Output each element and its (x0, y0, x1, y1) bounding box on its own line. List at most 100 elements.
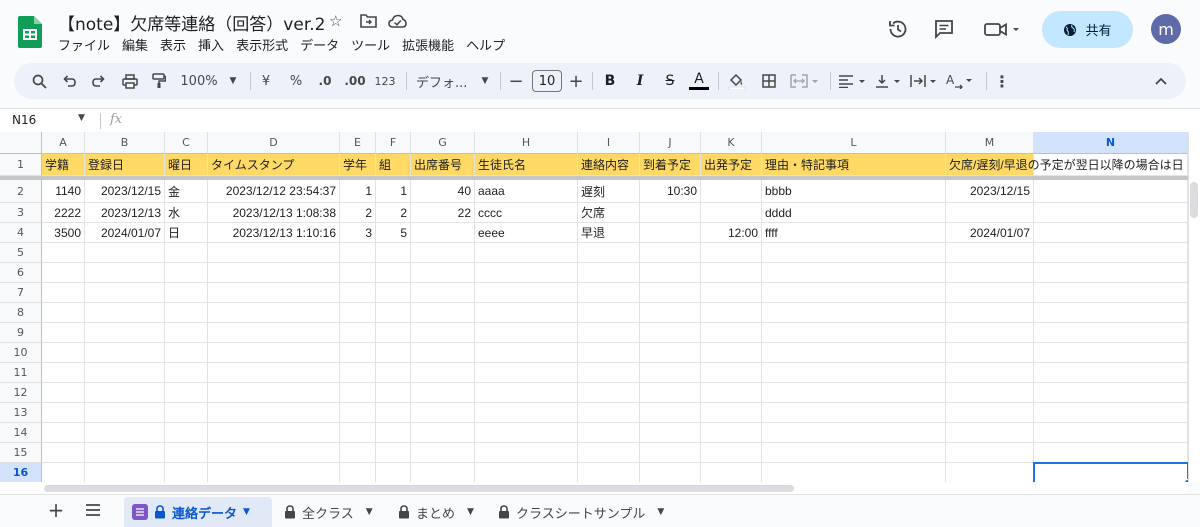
header-cell[interactable]: 学年 (340, 154, 376, 176)
fill-color-icon[interactable] (726, 63, 748, 99)
data-cell[interactable]: 2023/12/13 1:08:38 (208, 203, 340, 223)
data-cell[interactable] (1034, 180, 1188, 203)
empty-cell[interactable] (85, 343, 165, 363)
empty-cell[interactable] (946, 303, 1034, 323)
empty-cell[interactable] (42, 323, 85, 343)
data-cell[interactable]: 2023/12/13 1:10:16 (208, 223, 340, 243)
print-icon[interactable] (118, 63, 142, 99)
empty-cell[interactable] (475, 403, 578, 423)
data-cell[interactable] (1034, 223, 1188, 243)
avatar[interactable]: m (1151, 14, 1181, 44)
empty-cell[interactable] (1034, 383, 1188, 403)
empty-cell[interactable] (578, 403, 640, 423)
empty-cell[interactable] (165, 323, 208, 343)
empty-cell[interactable] (762, 303, 946, 323)
data-cell[interactable] (701, 203, 762, 223)
empty-cell[interactable] (376, 443, 411, 463)
empty-cell[interactable] (762, 443, 946, 463)
percent-format-button[interactable]: % (288, 63, 304, 99)
row-header-4[interactable]: 4 (0, 223, 42, 243)
header-cell[interactable]: 出席番号 (411, 154, 475, 176)
column-header-i[interactable]: I (578, 132, 640, 154)
empty-cell[interactable] (208, 383, 340, 403)
empty-cell[interactable] (701, 463, 762, 482)
data-cell[interactable]: 3500 (42, 223, 85, 243)
header-cell[interactable]: 到着予定 (640, 154, 701, 176)
name-box[interactable]: N16 (12, 113, 36, 127)
data-cell[interactable]: 2024/01/07 (85, 223, 165, 243)
empty-cell[interactable] (578, 443, 640, 463)
empty-cell[interactable] (578, 383, 640, 403)
more-formats-button[interactable]: 123 (374, 63, 396, 99)
menu-file[interactable]: ファイル (58, 35, 110, 54)
row-header-15[interactable]: 15 (0, 443, 42, 463)
data-cell[interactable]: aaaa (475, 180, 578, 203)
empty-cell[interactable] (946, 343, 1034, 363)
empty-cell[interactable] (762, 423, 946, 443)
increase-decimal-button[interactable]: .00 (344, 63, 366, 99)
empty-cell[interactable] (762, 363, 946, 383)
empty-cell[interactable] (411, 263, 475, 283)
empty-cell[interactable] (411, 443, 475, 463)
empty-cell[interactable] (640, 403, 701, 423)
header-cell[interactable]: 出発予定 (701, 154, 762, 176)
empty-cell[interactable] (411, 343, 475, 363)
empty-cell[interactable] (762, 403, 946, 423)
empty-cell[interactable] (640, 463, 701, 482)
empty-cell[interactable] (85, 263, 165, 283)
italic-icon[interactable]: I (630, 63, 650, 99)
empty-cell[interactable] (1034, 243, 1188, 263)
empty-cell[interactable] (762, 323, 946, 343)
comments-icon[interactable] (930, 15, 958, 43)
select-all-corner[interactable] (0, 132, 42, 154)
empty-cell[interactable] (475, 283, 578, 303)
empty-cell[interactable] (208, 243, 340, 263)
empty-cell[interactable] (208, 283, 340, 303)
empty-cell[interactable] (701, 403, 762, 423)
vertical-scrollbar-thumb[interactable] (1190, 182, 1198, 218)
all-sheets-icon[interactable] (82, 495, 104, 525)
empty-cell[interactable] (340, 423, 376, 443)
row-header-14[interactable]: 14 (0, 423, 42, 443)
undo-icon[interactable] (58, 63, 80, 99)
decrease-decimal-button[interactable]: .0 (314, 63, 336, 99)
empty-cell[interactable] (376, 403, 411, 423)
empty-cell[interactable] (411, 423, 475, 443)
empty-cell[interactable] (42, 343, 85, 363)
empty-cell[interactable] (411, 303, 475, 323)
empty-cell[interactable] (376, 243, 411, 263)
empty-cell[interactable] (640, 443, 701, 463)
empty-cell[interactable] (165, 343, 208, 363)
empty-cell[interactable] (946, 403, 1034, 423)
empty-cell[interactable] (578, 423, 640, 443)
empty-cell[interactable] (640, 263, 701, 283)
empty-cell[interactable] (376, 383, 411, 403)
empty-cell[interactable] (475, 443, 578, 463)
data-cell[interactable]: 40 (411, 180, 475, 203)
empty-cell[interactable] (946, 443, 1034, 463)
menu-data[interactable]: データ (300, 35, 339, 54)
menu-edit[interactable]: 編集 (122, 35, 148, 54)
header-cell[interactable]: 曜日 (165, 154, 208, 176)
empty-cell[interactable] (946, 363, 1034, 383)
data-cell[interactable]: 2024/01/07 (946, 223, 1034, 243)
empty-cell[interactable] (640, 243, 701, 263)
empty-cell[interactable] (42, 463, 85, 482)
redo-icon[interactable] (88, 63, 110, 99)
data-cell[interactable]: 12:00 (701, 223, 762, 243)
strikethrough-icon[interactable]: S (660, 63, 680, 99)
data-cell[interactable] (640, 203, 701, 223)
menu-help[interactable]: ヘルプ (466, 35, 505, 54)
empty-cell[interactable] (475, 463, 578, 482)
header-cell[interactable]: 欠席/遅刻/早退の予定が翌日以降の場合は日 (946, 154, 1184, 176)
share-button[interactable]: 共有 (1042, 11, 1133, 48)
empty-cell[interactable] (578, 283, 640, 303)
empty-cell[interactable] (701, 243, 762, 263)
data-cell[interactable] (640, 223, 701, 243)
paint-format-icon[interactable] (148, 63, 170, 99)
currency-format-button[interactable]: ¥ (258, 63, 274, 99)
empty-cell[interactable] (411, 403, 475, 423)
data-cell[interactable]: 1 (376, 180, 411, 203)
empty-cell[interactable] (475, 323, 578, 343)
empty-cell[interactable] (165, 463, 208, 482)
